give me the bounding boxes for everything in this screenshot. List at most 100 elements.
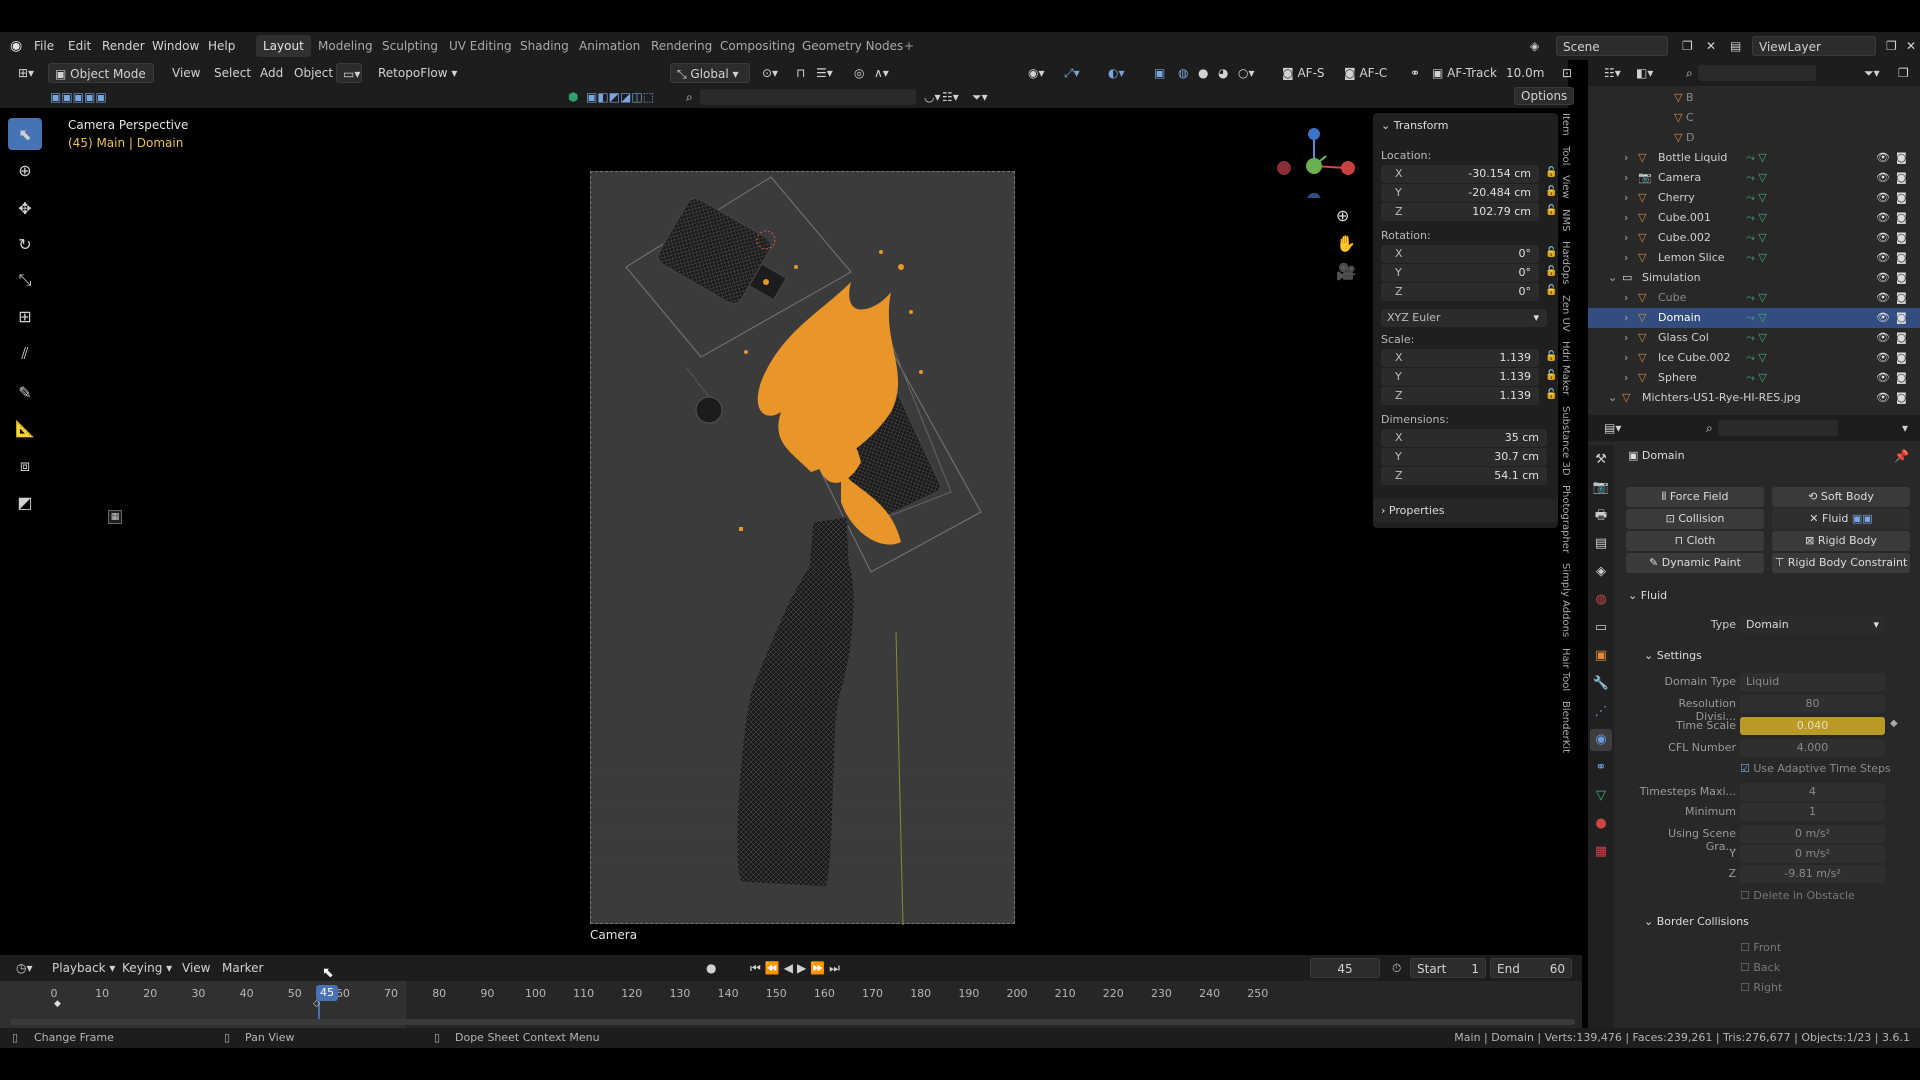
gravity-z-field[interactable]: -9.81 m/s² — [1740, 865, 1885, 883]
properties-editor-icon[interactable]: ▤▾ — [1598, 418, 1627, 438]
link-icon[interactable]: ⚭ — [1404, 63, 1426, 83]
measure-tool[interactable]: 📐 — [8, 412, 42, 444]
outliner-vertex-group-item[interactable]: ▽ C — [1674, 108, 1694, 128]
retopo-lines-tool[interactable]: ⫽ — [8, 338, 42, 370]
lock-icon[interactable]: 🔓 — [1545, 205, 1557, 216]
expand-arrow-icon[interactable]: › — [1624, 348, 1628, 368]
object-tab-icon[interactable]: ▣ — [1590, 645, 1612, 667]
timesteps-min-field[interactable]: 1 — [1740, 803, 1885, 821]
lock-icon[interactable]: 🔓 — [1545, 351, 1557, 362]
editor-type-icon[interactable]: ⊞▾ — [12, 63, 40, 83]
expand-arrow-icon[interactable]: › — [1624, 208, 1628, 228]
material-tab-icon[interactable]: ● — [1590, 813, 1612, 835]
tab-modeling[interactable]: Modeling — [311, 35, 380, 57]
delete-view-layer-icon[interactable]: ✕ — [1900, 36, 1920, 56]
menu-file[interactable]: File — [34, 32, 54, 60]
resolution-field[interactable]: 80 — [1740, 695, 1885, 713]
time-scale-field[interactable]: 0.040 — [1740, 717, 1885, 735]
eye-icon[interactable]: 👁 — [1876, 288, 1890, 308]
rigid-body-constraint-button[interactable]: ⊤ Rigid Body Constraint — [1772, 553, 1910, 573]
eye-icon[interactable]: 👁 — [1876, 348, 1890, 368]
outliner-search-icon[interactable]: ⌕ — [1680, 63, 1699, 83]
mode-selector[interactable]: ▣ Object Mode ▾ — [48, 63, 154, 101]
tool-tab-icon[interactable]: ⚒ — [1590, 449, 1612, 471]
retopoflow-menu[interactable]: RetopoFlow ▾ — [372, 63, 463, 83]
outliner-object[interactable]: › ▽ Cube.002 ⤳ ▽ 👁 ◙ — [1588, 228, 1920, 248]
eye-icon[interactable]: 👁 — [1876, 228, 1890, 248]
eye-icon[interactable]: 👁 — [1876, 188, 1890, 208]
eye-icon[interactable]: 👁 — [1876, 328, 1890, 348]
side-tab-zen-uv[interactable]: Zen UV — [1560, 295, 1571, 332]
outliner-object[interactable]: › ▽ Glass Col ⤳ ▽ 👁 ◙ — [1588, 328, 1920, 348]
tab-layout[interactable]: Layout — [256, 35, 311, 57]
camera-lock-icon[interactable]: ⊡ — [1556, 63, 1578, 83]
snap-settings-icon[interactable]: ☰▾ — [810, 63, 839, 83]
layout-icon[interactable]: ☷▾ — [936, 87, 965, 107]
render-camera-icon[interactable]: ◙ — [1896, 268, 1907, 288]
render-camera-icon[interactable]: ◙ — [1896, 348, 1907, 368]
tab-animation[interactable]: Animation — [572, 35, 647, 57]
gizmo-neg-x-icon[interactable] — [1277, 161, 1291, 175]
gizmo-toggle-icon[interactable]: ⤢▾ — [1058, 63, 1086, 83]
menu-object[interactable]: Object — [288, 63, 339, 83]
rotation-mode-select[interactable]: XYZ Euler ▾ — [1381, 309, 1547, 327]
lock-icon[interactable]: 🔓 — [1545, 370, 1557, 381]
outliner-vertex-group-item[interactable]: ▽ D — [1674, 128, 1694, 148]
tab-compositing[interactable]: Compositing — [713, 35, 802, 57]
pin-icon[interactable]: 📌 — [1894, 449, 1909, 463]
side-tab-simply-addons[interactable]: Simply Addons — [1560, 563, 1571, 637]
snap-icon[interactable]: ⊓ — [790, 63, 811, 83]
blender-logo-icon[interactable]: ◉ — [10, 32, 22, 60]
output-tab-icon[interactable]: 🖶 — [1590, 505, 1612, 527]
border-front-checkbox[interactable]: ☐ Front — [1740, 941, 1781, 954]
outliner-object[interactable]: › ▽ Cherry ⤳ ▽ 👁 ◙ — [1588, 188, 1920, 208]
playback-menu[interactable]: Playback ▾ — [46, 958, 121, 978]
expand-chevron-icon[interactable]: ⌄ — [1608, 268, 1617, 288]
type-select[interactable]: Domain ▾ — [1740, 616, 1885, 634]
viewport-search-icon[interactable]: ⌕ — [680, 87, 699, 107]
focus-distance[interactable]: 10.0m — [1500, 63, 1550, 83]
pan-hand-icon[interactable]: ✋ — [1336, 234, 1356, 253]
view-layer-tab-icon[interactable]: ▤ — [1590, 533, 1612, 555]
outliner-vertex-group-item[interactable]: ▽ B — [1674, 88, 1694, 108]
render-tab-icon[interactable]: 📷 — [1590, 477, 1612, 499]
display-mode-icon[interactable]: ◧▾ — [1630, 63, 1659, 83]
render-camera-icon[interactable]: ◙ — [1896, 168, 1907, 188]
outliner-object[interactable]: › ▽ Ice Cube.002 ⤳ ▽ 👁 ◙ — [1588, 348, 1920, 368]
clock-icon[interactable]: ⏱ — [1386, 958, 1407, 978]
side-tab-photographer[interactable]: Photographer — [1560, 485, 1571, 553]
rotate-tool[interactable]: ↻ — [8, 228, 42, 260]
cloth-button[interactable]: ⊓ Cloth — [1626, 531, 1764, 551]
expand-arrow-icon[interactable]: › — [1624, 368, 1628, 388]
scene-tab-icon[interactable]: ◈ — [1590, 561, 1612, 583]
menu-help[interactable]: Help — [208, 32, 235, 60]
keyframe-icon[interactable]: ◆ — [54, 999, 61, 1009]
gizmo-neg-z-icon[interactable] — [1307, 193, 1321, 198]
move-tool[interactable]: ✥ — [8, 192, 42, 224]
render-camera-icon[interactable]: ◙ — [1896, 368, 1907, 388]
view-layer-selector[interactable]: ViewLayer — [1752, 36, 1876, 56]
select-mode-icons[interactable]: ▣▣▣▣▣ — [44, 87, 113, 107]
particles-tab-icon[interactable]: ⋰ — [1590, 701, 1612, 723]
side-tab-hair-tool[interactable]: Hair Tool — [1560, 648, 1571, 691]
expand-arrow-icon[interactable]: › — [1624, 248, 1628, 268]
side-tab-hardops[interactable]: HardOps — [1560, 241, 1571, 284]
marker-menu[interactable]: Marker — [216, 958, 269, 978]
new-scene-icon[interactable]: ❐ — [1676, 36, 1699, 56]
location-z-field[interactable]: Z 102.79 cm 🔓 — [1381, 203, 1557, 221]
camera-view-icon[interactable]: 🎥 — [1336, 262, 1356, 281]
side-tab-tool[interactable]: Tool — [1560, 146, 1571, 165]
keyframe-icon[interactable]: ◇ — [313, 999, 320, 1009]
dimensions-z-field[interactable]: Z 54.1 cm — [1381, 467, 1547, 485]
options-button[interactable]: Options — [1514, 87, 1575, 105]
annotate-tool[interactable]: ✎ — [8, 376, 42, 408]
timesteps-max-field[interactable]: 4 — [1740, 783, 1885, 801]
new-collection-icon[interactable]: ❐ — [1892, 63, 1915, 83]
render-camera-icon[interactable]: ◙ — [1896, 208, 1907, 228]
eye-icon[interactable]: 👁 — [1876, 388, 1890, 408]
outliner-object[interactable]: › ▽ Lemon Slice ⤳ ▽ 👁 ◙ — [1588, 248, 1920, 268]
outliner-object[interactable]: › ▽ Sphere ⤳ ▽ 👁 ◙ — [1588, 368, 1920, 388]
collision-button[interactable]: ⊡ Collision — [1626, 509, 1764, 529]
tab-uv-editing[interactable]: UV Editing — [442, 35, 519, 57]
overlay-toggle-icon[interactable]: ◐▾ — [1102, 63, 1131, 83]
